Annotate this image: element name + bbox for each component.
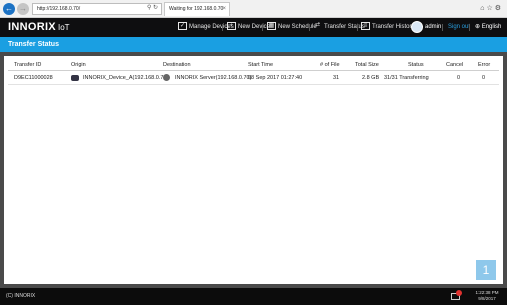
history-icon: ≡	[361, 22, 370, 31]
column-start-time[interactable]: Start Time	[248, 62, 273, 68]
app-header: INNORIX IoT ✓ Manage Devices + New Device …	[0, 18, 507, 37]
browser-tab[interactable]: Waiting for 192.168.0.70 ×	[164, 2, 230, 16]
origin-cell: INNORIX_Device_A(192.168.0.73)	[83, 75, 169, 81]
screen: ← → http://192.168.0.70/ ⚲ ↻ Waiting for…	[0, 0, 507, 305]
close-tab-icon[interactable]: ×	[222, 3, 226, 16]
language-selector[interactable]: ⊕ English	[475, 21, 501, 34]
table-row[interactable]: D9EC11000028 INNORIX_Device_A(192.168.0.…	[8, 71, 499, 85]
address-bar[interactable]: http://192.168.0.70/	[32, 3, 162, 15]
column-origin[interactable]: Origin	[71, 62, 86, 68]
menu-divider	[469, 24, 470, 31]
menu-divider	[222, 24, 223, 31]
cancel-count-cell: 0	[457, 75, 461, 81]
tab-title: Waiting for 192.168.0.70	[169, 6, 224, 12]
page-title: Transfer Status	[8, 41, 59, 48]
logo-suffix: IoT	[58, 23, 70, 32]
notification-badge	[456, 290, 462, 296]
copyright-text: (C) INNORIX	[6, 293, 36, 299]
column-total-size[interactable]: Total Size	[355, 62, 379, 68]
menu-new-device[interactable]: + New Device	[227, 21, 270, 34]
column-destination[interactable]: Destination	[163, 62, 191, 68]
column-status[interactable]: Status	[408, 62, 424, 68]
file-count-cell: 31	[333, 75, 340, 81]
server-icon	[163, 74, 170, 81]
menu-divider	[309, 24, 310, 31]
table-header: Transfer ID Origin Destination Start Tim…	[8, 60, 499, 71]
column-error[interactable]: Error	[478, 62, 490, 68]
forward-button[interactable]: →	[17, 3, 29, 15]
device-icon	[71, 75, 79, 81]
column-cancel[interactable]: Cancel	[446, 62, 463, 68]
logo: INNORIX	[8, 21, 56, 33]
column-transfer-id[interactable]: Transfer ID	[14, 62, 41, 68]
transfer-table-panel: Transfer ID Origin Destination Start Tim…	[4, 56, 503, 284]
search-icon[interactable]: ⚲ ↻	[147, 4, 158, 11]
monitor-icon: +	[227, 22, 236, 31]
start-time-cell: 08 Sep 2017 01:27:40	[248, 75, 303, 81]
status-cell: 31/31 Transferring	[384, 75, 429, 81]
checkbox-icon: ✓	[178, 22, 187, 31]
user-name[interactable]: admin	[425, 21, 441, 34]
column-file-count[interactable]: # of File	[320, 62, 340, 68]
destination-cell: INNORIX Server(192.168.0.70)	[175, 75, 252, 81]
content-area: Transfer ID Origin Destination Start Tim…	[0, 52, 507, 288]
menu-transfer-history[interactable]: ≡ Transfer History	[361, 21, 414, 34]
transfer-id-cell: D9EC11000028	[14, 75, 53, 81]
clock-date: 9/8/2017	[478, 296, 496, 301]
page-number-button[interactable]: 1	[476, 260, 496, 280]
menu-divider	[442, 24, 443, 31]
browser-menu-icons[interactable]: ⌂☆⚙	[480, 4, 503, 12]
menu-divider	[357, 24, 358, 31]
taskbar: (C) INNORIX 1:22:38 PM 9/8/2017	[0, 288, 507, 305]
menu-manage-devices[interactable]: ✓ Manage Devices	[178, 21, 234, 34]
browser-toolbar: ← → http://192.168.0.70/ ⚲ ↻ Waiting for…	[0, 0, 507, 18]
sign-out-link[interactable]: Sign out	[448, 21, 470, 34]
calendar-icon: ▦	[267, 22, 276, 31]
page-title-bar: Transfer Status	[0, 37, 507, 52]
globe-icon: ⊕	[475, 24, 481, 30]
menu-divider	[262, 24, 263, 31]
transfer-icon: ⇄	[314, 22, 321, 29]
back-button[interactable]: ←	[3, 3, 15, 15]
error-count-cell: 0	[482, 75, 486, 81]
user-avatar[interactable]	[411, 21, 423, 33]
system-clock[interactable]: 1:22:38 PM 9/8/2017	[470, 290, 504, 302]
total-size-cell: 2.8 GB	[362, 75, 380, 81]
